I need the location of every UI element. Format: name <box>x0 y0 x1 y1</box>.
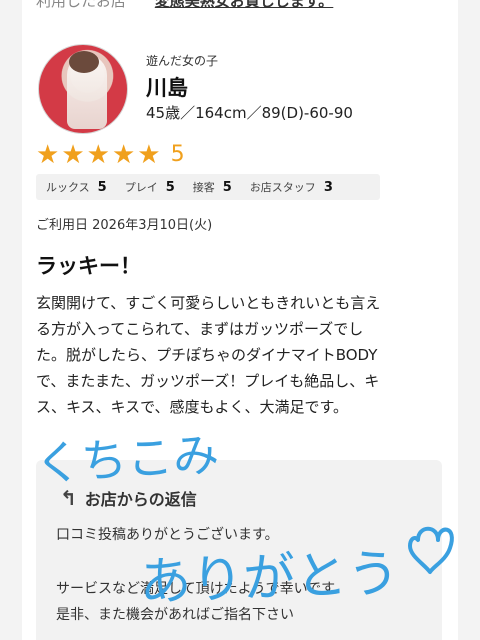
review-line: 玄関開けて、すごく可愛らしいともきれいとも言え <box>36 294 381 312</box>
reply-heading: お店からの返信 <box>84 490 197 509</box>
avatar-hair <box>69 51 99 73</box>
review-card: 利用したお店 変態美熟女お貸しします。 遊んだ女の子 川島 45歳／164cm／… <box>22 0 458 640</box>
reply-header: ↰ お店からの返信 <box>60 486 197 510</box>
review-line: た。脱がしたら、プチぽちゃのダイナマイトBODY <box>36 346 378 364</box>
shop-label: 利用したお店 <box>36 0 127 10</box>
star-icon: ★ <box>36 140 60 170</box>
star-icon: ★ <box>86 140 110 170</box>
reply-arrow-icon: ↰ <box>60 486 77 510</box>
rating-stars: ★ ★ ★ ★ ★ 5 <box>36 140 185 170</box>
subscore-service: 接客 5 <box>193 179 232 195</box>
subscore-value: 3 <box>323 180 333 195</box>
subscore-label: お店スタッフ <box>249 181 316 194</box>
rating-score: 5 <box>170 142 185 167</box>
star-icon: ★ <box>137 140 161 170</box>
subscore-label: プレイ <box>124 181 158 194</box>
reply-line: 口コミ投稿ありがとうございます。 <box>56 527 279 543</box>
shop-link[interactable]: 変態美熟女お貸しします。 <box>155 0 334 10</box>
subscore-value: 5 <box>222 180 232 195</box>
subscore-looks: ルックス 5 <box>46 179 107 195</box>
girl-label: 遊んだ女の子 <box>146 54 219 68</box>
subscore-staff: お店スタッフ 3 <box>250 179 333 195</box>
reply-line: サービスなど満足して頂けたようで幸いです <box>56 581 336 597</box>
subscore-value: 5 <box>97 180 107 195</box>
review-body: 玄関開けて、すごく可愛らしいともきれいとも言え る方が入ってこられて、まずはガッ… <box>36 290 446 420</box>
subscore-label: ルックス <box>46 181 90 194</box>
shop-row: 利用したお店 変態美熟女お貸しします。 <box>36 0 333 11</box>
subscore-value: 5 <box>165 180 175 195</box>
subscore-play: プレイ 5 <box>125 179 175 195</box>
avatar[interactable] <box>38 44 128 134</box>
review-line: で、またまた、ガッツポーズ！プレイも絶品し、キ <box>36 372 380 390</box>
star-icon: ★ <box>61 140 85 170</box>
review-title: ラッキー！ <box>36 254 141 278</box>
review-line: る方が入ってこられて、まずはガッツポーズでし <box>36 320 364 338</box>
girl-specs: 45歳／164cm／89(D)-60-90 <box>146 104 353 122</box>
shop-reply: ↰ お店からの返信 口コミ投稿ありがとうございます。 サービスなど満足して頂けた… <box>36 460 442 640</box>
reply-line: 是非、また機会があればご指名下さい <box>56 607 294 623</box>
subscore-label: 接客 <box>192 181 215 194</box>
star-icon: ★ <box>111 140 136 170</box>
visit-date: ご利用日 2026年3月10日(火) <box>36 218 213 233</box>
subscores: ルックス 5 プレイ 5 接客 5 お店スタッフ 3 <box>36 174 380 200</box>
review-line: ス、キス、キスで、感度もよく、大満足です。 <box>36 398 349 416</box>
girl-name[interactable]: 川島 <box>146 72 188 102</box>
